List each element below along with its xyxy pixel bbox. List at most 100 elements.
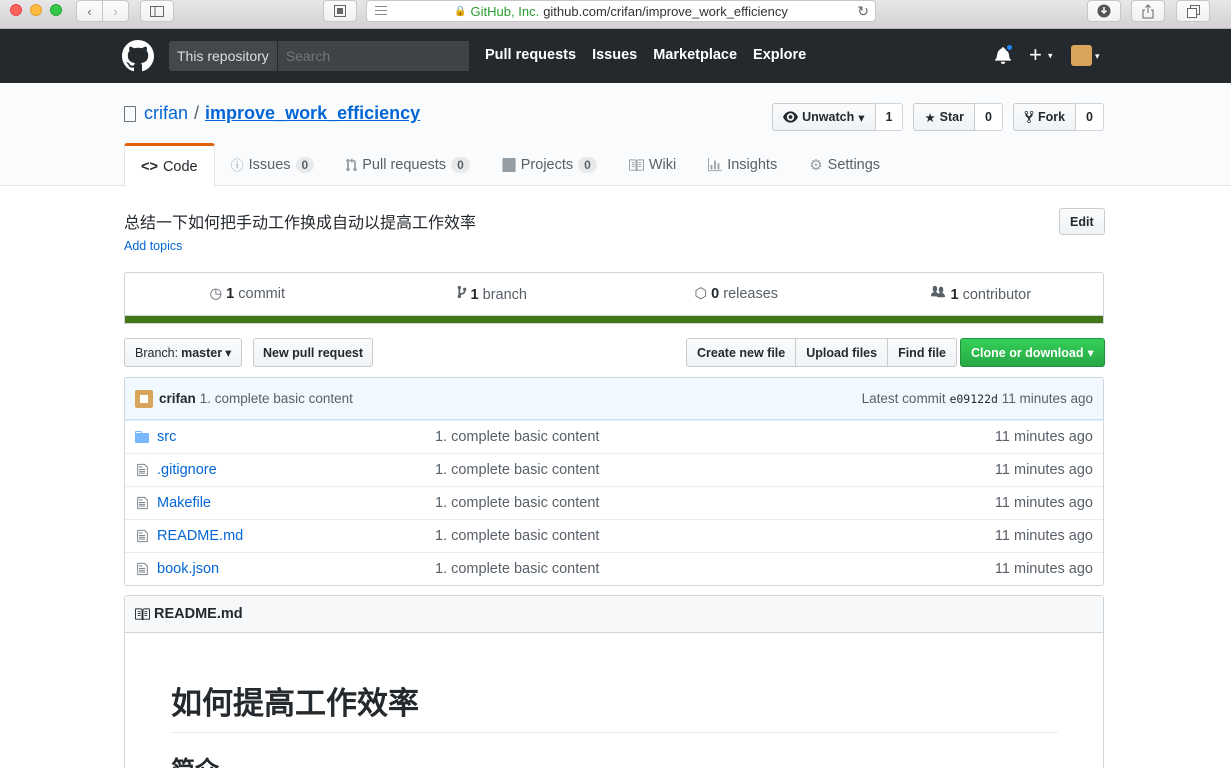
repo-nav: <> Code ⓘ Issues 0 Pull requests 0 Proje… xyxy=(124,143,896,187)
file-name-link[interactable]: book.json xyxy=(157,561,435,577)
unwatch-button[interactable]: Unwatch ▾ xyxy=(772,103,876,131)
watchers-count[interactable]: 1 xyxy=(875,103,904,131)
stargazers-count[interactable]: 0 xyxy=(975,103,1003,131)
releases-summary[interactable]: ⬡ 0 releases xyxy=(614,286,859,302)
repo-title: crifan / improve_work_efficiency xyxy=(124,103,420,124)
branch-select-button[interactable]: Branch: master ▾ xyxy=(124,338,243,367)
contributors-label: contributor xyxy=(962,287,1032,303)
branch-name: master xyxy=(181,345,223,360)
add-topics-link[interactable]: Add topics xyxy=(124,239,182,253)
forks-count[interactable]: 0 xyxy=(1076,103,1104,131)
tab-issues[interactable]: ⓘ Issues 0 xyxy=(215,143,331,186)
share-icon xyxy=(1142,3,1154,18)
file-commit-message[interactable]: 1. complete basic content xyxy=(435,429,835,445)
readme-subheading: 简介 xyxy=(171,750,219,768)
fork-button[interactable]: Fork xyxy=(1012,103,1077,131)
star-button[interactable]: ★ Star xyxy=(913,103,975,131)
header-nav-pull-requests[interactable]: Pull requests xyxy=(485,47,576,63)
issue-opened-icon: ⓘ xyxy=(230,158,244,173)
share-button[interactable] xyxy=(1131,0,1165,22)
file-name-link[interactable]: .gitignore xyxy=(157,462,435,478)
tab-pull-requests[interactable]: Pull requests 0 xyxy=(330,143,486,186)
project-icon xyxy=(502,157,516,172)
language-bar[interactable] xyxy=(125,315,1103,323)
create-new-dropdown[interactable]: + ▾ xyxy=(1029,42,1053,68)
file-row: Makefile 1. complete basic content 11 mi… xyxy=(125,486,1103,519)
contributors-summary[interactable]: 1 contributor xyxy=(859,285,1104,303)
back-button[interactable]: ‹ xyxy=(76,0,103,22)
minimize-window-button[interactable] xyxy=(30,4,42,16)
tab-projects[interactable]: Projects 0 xyxy=(486,143,613,186)
star-label: Star xyxy=(939,110,964,124)
readme-filename: README.md xyxy=(154,606,243,622)
branch-prefix: Branch: xyxy=(135,345,179,360)
commit-sha-link[interactable]: e09122d xyxy=(949,392,997,406)
reader-view-button[interactable] xyxy=(323,0,357,22)
user-avatar[interactable] xyxy=(1071,45,1092,66)
star-icon: ★ xyxy=(924,110,936,125)
reload-icon[interactable]: ↻ xyxy=(857,3,869,20)
numbers-summary: ◷ 1 commit 1 branch ⬡ 0 releases 1 contr… xyxy=(124,272,1104,324)
github-logo-icon[interactable] xyxy=(122,40,154,72)
commit-author-link[interactable]: crifan xyxy=(159,391,196,406)
caret-down-icon: ▾ xyxy=(1087,346,1094,360)
file-age: 11 minutes ago xyxy=(994,528,1093,544)
unwatch-label: Unwatch xyxy=(802,110,855,124)
reader-menu-icon xyxy=(375,6,387,18)
upload-files-button[interactable]: Upload files xyxy=(795,338,889,367)
create-new-file-button[interactable]: Create new file xyxy=(686,338,797,367)
tab-label: Issues xyxy=(248,156,291,173)
branches-summary[interactable]: 1 branch xyxy=(370,285,615,303)
tab-settings[interactable]: ⚙ Settings xyxy=(793,143,896,186)
header-nav-explore[interactable]: Explore xyxy=(753,47,806,63)
file-name-link[interactable]: Makefile xyxy=(157,495,435,511)
repo-name-link[interactable]: improve_work_efficiency xyxy=(205,103,420,124)
file-row: README.md 1. complete basic content 11 m… xyxy=(125,519,1103,552)
file-commit-message[interactable]: 1. complete basic content xyxy=(435,462,835,478)
browser-toolbar: ‹ › 🔒 GitHub, Inc. github.com/crifan/imp… xyxy=(0,0,1231,29)
repo-owner-link[interactable]: crifan xyxy=(144,103,188,124)
file-name-link[interactable]: README.md xyxy=(157,528,435,544)
file-icon xyxy=(127,529,157,543)
author-avatar[interactable] xyxy=(135,389,153,408)
file-commit-message[interactable]: 1. complete basic content xyxy=(435,528,835,544)
sidebar-icon xyxy=(150,5,164,17)
clone-or-download-button[interactable]: Clone or download ▾ xyxy=(960,338,1105,367)
tab-label: Insights xyxy=(727,156,778,173)
close-window-button[interactable] xyxy=(10,4,22,16)
file-name-link[interactable]: src xyxy=(157,429,435,445)
reader-icon xyxy=(334,5,346,17)
pull-requests-counter: 0 xyxy=(451,156,470,173)
file-age: 11 minutes ago xyxy=(994,561,1093,577)
file-commit-message[interactable]: 1. complete basic content xyxy=(435,495,835,511)
address-company: GitHub, Inc. xyxy=(470,3,540,19)
search-input[interactable] xyxy=(277,41,469,71)
chevron-left-icon: ‹ xyxy=(87,3,92,19)
zoom-window-button[interactable] xyxy=(50,4,62,16)
caret-down-icon: ▾ xyxy=(225,346,232,360)
file-row: .gitignore 1. complete basic content 11 … xyxy=(125,453,1103,486)
file-icon xyxy=(127,463,157,477)
file-icon xyxy=(127,562,157,576)
file-row: book.json 1. complete basic content 11 m… xyxy=(125,552,1103,585)
edit-description-button[interactable]: Edit xyxy=(1059,208,1105,235)
forward-button[interactable]: › xyxy=(102,0,129,22)
header-nav-marketplace[interactable]: Marketplace xyxy=(653,47,737,63)
show-sidebar-button[interactable] xyxy=(140,0,174,22)
address-bar[interactable]: 🔒 GitHub, Inc. github.com/crifan/improve… xyxy=(366,0,876,22)
tab-wiki[interactable]: Wiki xyxy=(613,143,692,186)
find-file-button[interactable]: Find file xyxy=(887,338,957,367)
show-tabs-button[interactable] xyxy=(1176,0,1210,22)
git-branch-icon xyxy=(457,285,466,299)
avatar-caret-icon[interactable]: ▾ xyxy=(1095,51,1100,62)
commits-summary[interactable]: ◷ 1 commit xyxy=(125,286,370,302)
commit-message-link[interactable]: 1. complete basic content xyxy=(200,391,353,406)
readme-box: README.md 如何提高工作效率 简介 xyxy=(124,595,1104,768)
header-nav-issues[interactable]: Issues xyxy=(592,47,637,63)
new-pull-request-button[interactable]: New pull request xyxy=(253,338,374,367)
tab-code[interactable]: <> Code xyxy=(124,143,215,187)
repo-description: 总结一下如何把手动工作换成自动以提高工作效率 xyxy=(124,215,477,232)
tab-insights[interactable]: Insights xyxy=(692,143,793,186)
downloads-button[interactable] xyxy=(1087,0,1121,22)
file-commit-message[interactable]: 1. complete basic content xyxy=(435,561,835,577)
